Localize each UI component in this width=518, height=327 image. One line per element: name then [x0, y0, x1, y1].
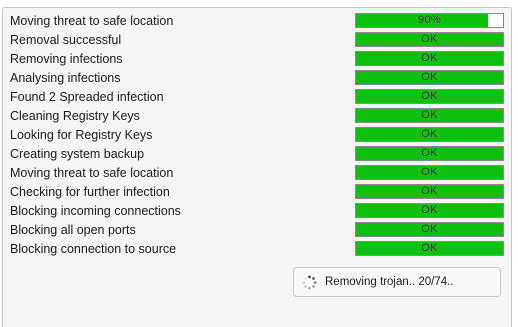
task-label: Blocking incoming connections: [10, 204, 181, 218]
progress-status-text: OK: [421, 52, 438, 64]
task-row: Cleaning Registry Keys OK: [3, 107, 513, 126]
task-progress-bar: OK: [355, 70, 504, 85]
task-row: Removal successful OK: [3, 31, 513, 50]
status-box: Removing trojan.. 20/74..: [293, 267, 501, 297]
task-progress-bar: OK: [355, 127, 504, 142]
task-label: Cleaning Registry Keys: [10, 109, 140, 123]
task-label: Removing infections: [10, 52, 123, 66]
task-progress-bar: OK: [355, 222, 504, 237]
task-row: Blocking all open ports OK: [3, 221, 513, 240]
loading-spinner-icon: [302, 275, 317, 290]
task-row: Found 2 Spreaded infection OK: [3, 88, 513, 107]
progress-status-text: OK: [421, 33, 438, 45]
task-label: Creating system backup: [10, 147, 145, 161]
progress-status-text: OK: [421, 242, 438, 254]
task-row: Looking for Registry Keys OK: [3, 126, 513, 145]
progress-status-text: OK: [421, 185, 438, 197]
task-row: Blocking incoming connections OK: [3, 202, 513, 221]
task-row: Removing infections OK: [3, 50, 513, 69]
task-label: Blocking connection to source: [10, 242, 177, 256]
task-progress-bar: OK: [355, 108, 504, 123]
task-progress-bar: OK: [355, 203, 504, 218]
task-row: Moving threat to safe location 90%: [3, 12, 513, 31]
task-row: Checking for further infection OK: [3, 183, 513, 202]
progress-status-text: OK: [421, 128, 438, 140]
task-progress-bar: 90%: [355, 13, 504, 28]
task-label: Moving threat to safe location: [10, 166, 174, 180]
task-progress-bar: OK: [355, 241, 504, 256]
task-progress-bar: OK: [355, 184, 504, 199]
task-progress-bar: OK: [355, 89, 504, 104]
task-progress-bar: OK: [355, 165, 504, 180]
task-list: Moving threat to safe location 90% Remov…: [3, 12, 513, 259]
task-progress-bar: OK: [355, 32, 504, 47]
task-row: Moving threat to safe location OK: [3, 164, 513, 183]
progress-status-text: OK: [421, 204, 438, 216]
task-label: Moving threat to safe location: [10, 14, 174, 28]
task-label: Checking for further infection: [10, 185, 170, 199]
task-progress-bar: OK: [355, 146, 504, 161]
task-label: Blocking all open ports: [10, 223, 136, 237]
task-label: Analysing infections: [10, 71, 121, 85]
progress-status-text: 90%: [418, 14, 441, 26]
task-label: Removal successful: [10, 33, 122, 47]
task-label: Found 2 Spreaded infection: [10, 90, 164, 104]
progress-status-text: OK: [421, 147, 438, 159]
task-row: Analysing infections OK: [3, 69, 513, 88]
status-message: Removing trojan.. 20/74..: [325, 276, 454, 288]
task-label: Looking for Registry Keys: [10, 128, 153, 142]
progress-status-text: OK: [421, 166, 438, 178]
progress-status-text: OK: [421, 71, 438, 83]
progress-status-text: OK: [421, 223, 438, 235]
progress-status-text: OK: [421, 109, 438, 121]
task-progress-bar: OK: [355, 51, 504, 66]
task-row: Blocking connection to source OK: [3, 240, 513, 259]
task-row: Creating system backup OK: [3, 145, 513, 164]
progress-status-text: OK: [421, 90, 438, 102]
